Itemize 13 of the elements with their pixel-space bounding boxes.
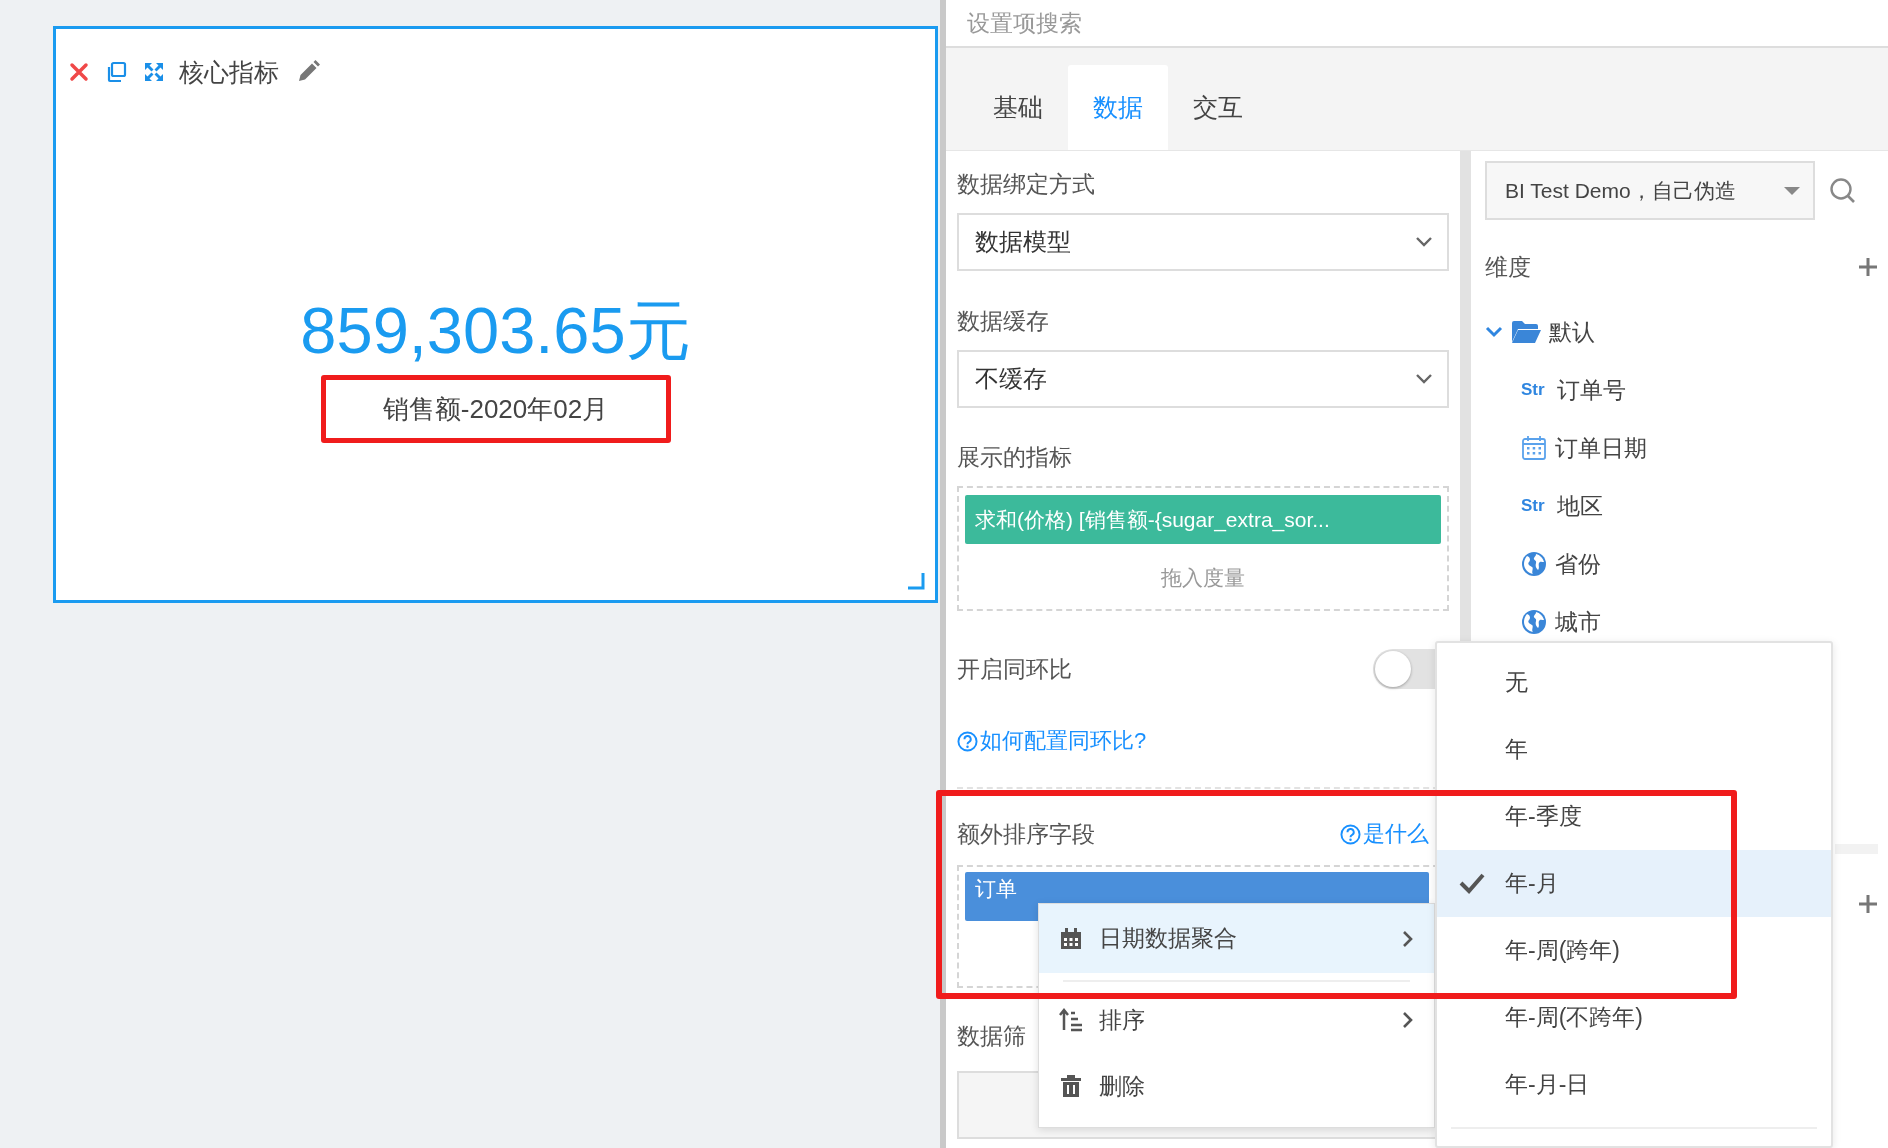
string-type-label: Str — [1521, 496, 1546, 516]
field-label: 数据筛 — [957, 1022, 1027, 1051]
metric-value: 859,303.65元 — [300, 296, 691, 366]
string-type-label: Str — [1521, 380, 1546, 400]
drop-hint: 拖入度量 — [1161, 565, 1245, 591]
field-label: 数据缓存 — [957, 307, 1050, 336]
metric-subtitle: 销售额-2020年02月 — [382, 392, 609, 426]
field-label: 展示的指标 — [957, 443, 1073, 472]
card-title: 核心指标 — [179, 56, 279, 88]
section-title: 维度 — [1485, 252, 1531, 282]
field-label: 数据绑定方式 — [957, 170, 1096, 199]
field-label: 开启同环比 — [957, 655, 1072, 684]
field-label: 额外排序字段 — [957, 820, 1095, 849]
